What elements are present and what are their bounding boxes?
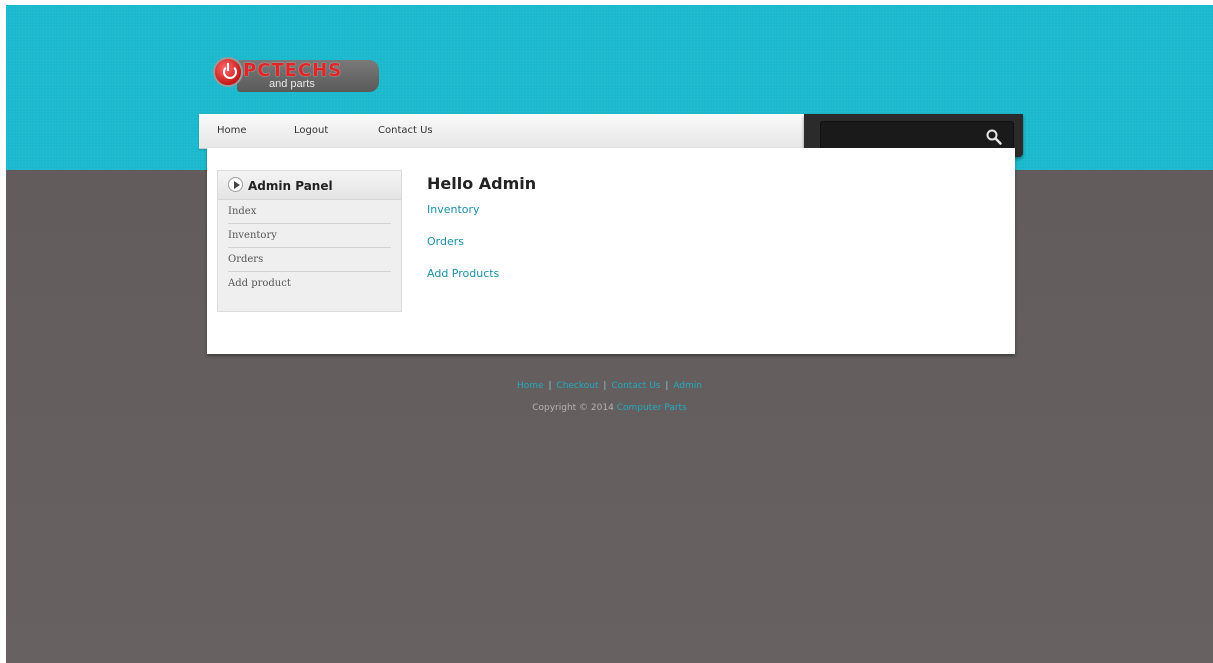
footer-link-admin[interactable]: Admin [673, 381, 702, 391]
sidebar-item-inventory[interactable]: Inventory [228, 224, 391, 248]
search-icon[interactable] [985, 128, 1003, 146]
main-panel: Admin Panel Index Inventory Orders Add p… [207, 148, 1015, 354]
footer-copyright: Copyright © 2014 Computer Parts [6, 403, 1213, 413]
sidebar-item-add-product[interactable]: Add product [228, 272, 391, 296]
footer-separator: | [548, 381, 552, 391]
nav-home-link[interactable]: Home [217, 125, 247, 136]
power-icon [213, 57, 243, 87]
nav-logout-link[interactable]: Logout [294, 125, 328, 136]
site-logo[interactable]: PCTECHS and parts [209, 54, 379, 98]
footer-link-home[interactable]: Home [517, 381, 544, 391]
play-arrow-icon [228, 177, 243, 192]
sidebar-title: Admin Panel [248, 179, 333, 193]
orders-link[interactable]: Orders [427, 235, 536, 248]
sidebar-header: Admin Panel [218, 171, 401, 200]
footer-brand-link[interactable]: Computer Parts [617, 403, 687, 413]
nav-contact-link[interactable]: Contact Us [378, 125, 433, 136]
page-title: Hello Admin [427, 174, 537, 193]
add-products-link[interactable]: Add Products [427, 267, 536, 280]
main-content: Hello Admin Inventory Orders Add Product… [427, 174, 536, 280]
sidebar-item-orders[interactable]: Orders [228, 248, 391, 272]
page-background: PCTECHS and parts Home Logout Contact Us… [6, 5, 1213, 663]
footer-links: Home | Checkout | Contact Us | Admin [6, 381, 1213, 391]
footer-link-contact[interactable]: Contact Us [611, 381, 660, 391]
footer-link-checkout[interactable]: Checkout [556, 381, 598, 391]
logo-subtext: and parts [269, 78, 315, 90]
footer-separator: | [603, 381, 607, 391]
copyright-text: Copyright © 2014 [532, 403, 614, 413]
admin-sidebar: Admin Panel Index Inventory Orders Add p… [217, 170, 402, 312]
inventory-link[interactable]: Inventory [427, 203, 536, 216]
sidebar-list: Index Inventory Orders Add product [218, 200, 401, 296]
sidebar-item-index[interactable]: Index [228, 200, 391, 224]
footer-separator: | [665, 381, 669, 391]
